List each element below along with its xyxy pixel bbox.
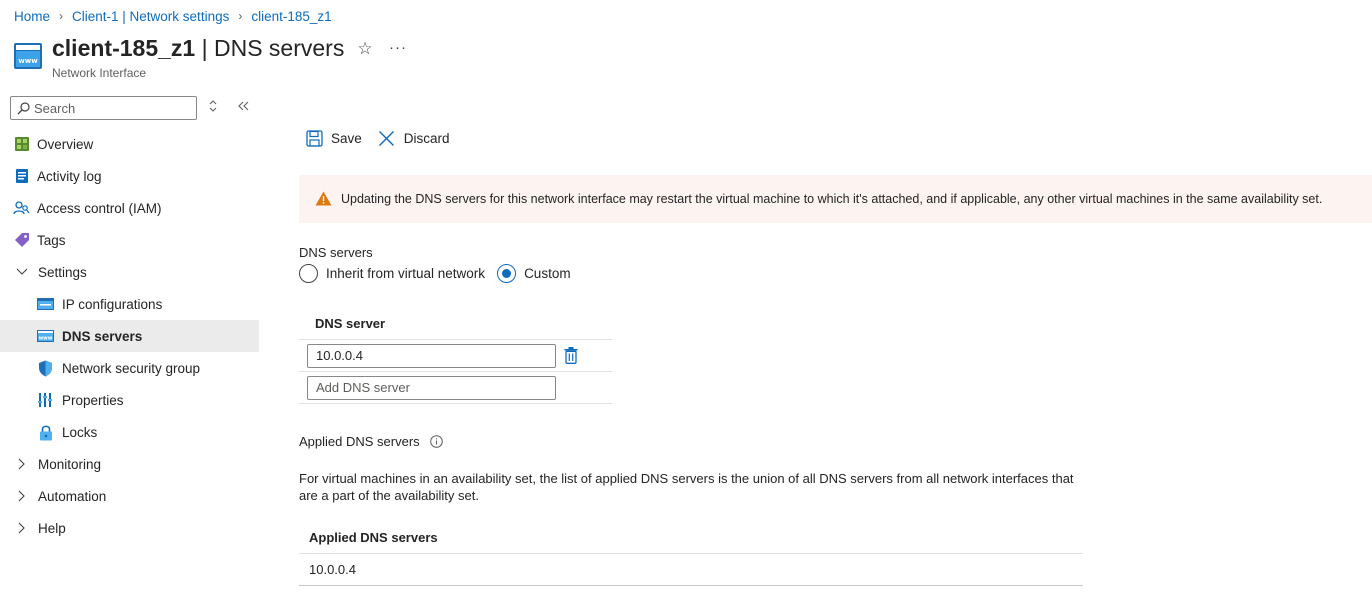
chevron-down-icon [13, 264, 30, 281]
command-bar: Save Discard [305, 126, 466, 150]
table-row: 10.0.0.4 [299, 554, 1083, 586]
sidebar-nav: Overview Activity log Access control (IA… [0, 128, 259, 544]
sidebar-item-label: Automation [38, 488, 107, 504]
radio-circle [299, 263, 318, 283]
sidebar-item-dns-servers[interactable]: www DNS servers [0, 320, 259, 352]
overview-icon [13, 136, 30, 153]
sidebar-item-tags[interactable]: Tags [0, 224, 259, 256]
add-dns-server-input[interactable] [307, 375, 556, 400]
chevron-right-icon: › [59, 9, 64, 23]
sidebar-item-help[interactable]: Help [0, 512, 259, 544]
applied-dns-heading: Applied DNS servers [299, 434, 444, 449]
sidebar-item-label: Tags [37, 232, 66, 248]
sidebar-item-iam[interactable]: Access control (IAM) [0, 192, 259, 224]
save-icon [305, 129, 323, 147]
sidebar-item-label: Activity log [37, 168, 102, 184]
sidebar-item-label: Help [38, 520, 66, 536]
sidebar-item-label: Monitoring [38, 456, 102, 472]
expand-collapse-icon[interactable] [205, 99, 221, 117]
table-row [299, 372, 612, 404]
resource-name: client-185_z1 [52, 35, 196, 61]
sidebar-item-settings[interactable]: Settings [0, 256, 259, 288]
sidebar-item-overview[interactable]: Overview [0, 128, 259, 160]
radio-custom-label: Custom [524, 265, 571, 281]
page-title: client-185_z1 | DNS servers [52, 35, 344, 62]
ip-config-icon [37, 296, 54, 313]
lock-icon [37, 424, 54, 441]
sidebar-item-label: Properties [62, 392, 124, 408]
collapse-sidebar-icon[interactable] [235, 99, 251, 117]
chevron-right-icon [13, 456, 30, 473]
sidebar-item-automation[interactable]: Automation [0, 480, 259, 512]
sidebar-item-label: IP configurations [62, 296, 163, 312]
warning-icon [315, 191, 333, 207]
delete-icon[interactable] [564, 346, 580, 365]
dns-source-radio-group: Inherit from virtual network Custom [299, 263, 583, 283]
chevron-right-icon: › [238, 9, 243, 23]
sidebar-item-properties[interactable]: Properties [0, 384, 259, 416]
sidebar-item-label: Locks [62, 424, 98, 440]
chevron-right-icon [13, 520, 30, 537]
iam-icon [13, 200, 30, 217]
radio-inherit[interactable]: Inherit from virtual network [299, 263, 486, 283]
close-icon [378, 129, 396, 147]
radio-inherit-label: Inherit from virtual network [326, 265, 486, 281]
sidebar-item-ip-configurations[interactable]: IP configurations [0, 288, 259, 320]
shield-icon [37, 360, 54, 377]
network-interface-icon: www [14, 43, 42, 69]
save-button[interactable]: Save [305, 129, 362, 147]
dns-server-header: DNS server [299, 308, 612, 340]
sidebar-item-locks[interactable]: Locks [0, 416, 259, 448]
sidebar-item-network-security-group[interactable]: Network security group [0, 352, 259, 384]
title-separator: | [195, 35, 214, 61]
sidebar-item-monitoring[interactable]: Monitoring [0, 448, 259, 480]
sidebar-item-activity-log[interactable]: Activity log [0, 160, 259, 192]
radio-circle [497, 263, 517, 283]
dns-servers-label: DNS servers [299, 245, 373, 260]
applied-dns-header: Applied DNS servers [299, 521, 1083, 554]
sidebar-item-label: Access control (IAM) [37, 200, 162, 216]
applied-dns-table: Applied DNS servers 10.0.0.4 [299, 521, 1083, 586]
search-input[interactable] [34, 100, 184, 116]
applied-dns-label: Applied DNS servers [299, 434, 420, 449]
dns-server-input[interactable] [307, 343, 556, 368]
sidebar-item-label: Overview [37, 136, 94, 152]
favorite-star-icon[interactable]: ☆ [356, 39, 374, 59]
sidebar-search[interactable] [10, 96, 197, 120]
sidebar-item-label: Settings [38, 264, 87, 280]
tag-icon [13, 232, 30, 249]
svg-text:www: www [18, 57, 38, 65]
info-icon[interactable] [429, 434, 444, 449]
breadcrumb-nic[interactable]: client-185_z1 [251, 9, 331, 24]
chevron-right-icon [13, 488, 30, 505]
search-icon [17, 101, 30, 115]
properties-icon [37, 392, 54, 409]
dns-server-table: DNS server [299, 308, 612, 404]
table-row [299, 340, 612, 372]
sidebar-item-label: DNS servers [62, 328, 143, 344]
more-options-icon[interactable]: ··· [388, 39, 408, 59]
breadcrumb-home[interactable]: Home [14, 9, 50, 24]
activity-log-icon [13, 168, 30, 185]
page-subtitle: Network Interface [52, 66, 147, 80]
dns-icon: www [37, 328, 54, 345]
svg-text:www: www [39, 336, 53, 342]
blade-name: DNS servers [213, 35, 345, 61]
warning-banner: Updating the DNS servers for this networ… [299, 175, 1372, 223]
radio-custom[interactable]: Custom [497, 263, 571, 283]
applied-dns-description: For virtual machines in an availability … [299, 471, 1074, 503]
sidebar-item-label: Network security group [62, 360, 201, 376]
discard-label: Discard [403, 130, 450, 146]
warning-text: Updating the DNS servers for this networ… [341, 192, 1323, 206]
breadcrumb-network-settings[interactable]: Client-1 | Network settings [72, 9, 229, 24]
breadcrumb: Home › Client-1 | Network settings › cli… [14, 7, 332, 25]
discard-button[interactable]: Discard [378, 129, 450, 147]
save-label: Save [331, 130, 362, 146]
